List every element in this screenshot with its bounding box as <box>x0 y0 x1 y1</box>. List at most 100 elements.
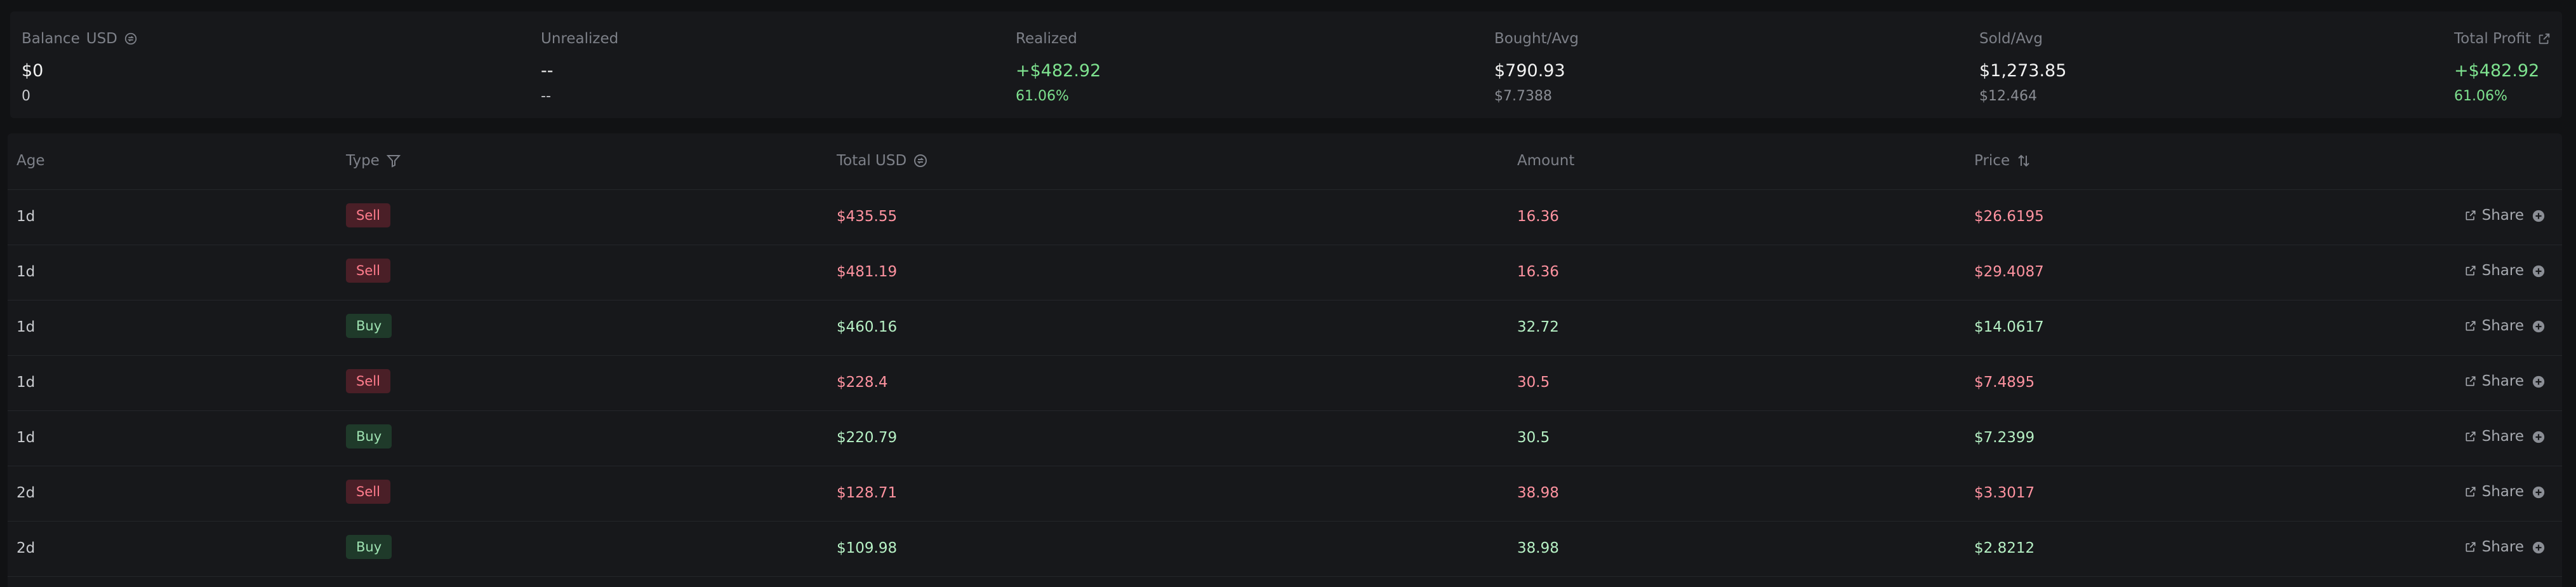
stat-total-profit: Total Profit +$482.92 61.06% <box>2454 30 2551 104</box>
header-type-label: Type <box>346 152 380 169</box>
share-label: Share <box>2481 318 2524 334</box>
currency-toggle-icon[interactable] <box>124 32 138 46</box>
share-button[interactable]: Share <box>2464 539 2524 555</box>
external-link-icon <box>2466 376 2476 386</box>
cell-age: 1d <box>17 264 36 280</box>
header-amount[interactable]: Amount <box>1517 152 1574 169</box>
more-options-icon[interactable] <box>2532 320 2546 334</box>
stat-realized-value: +$482.92 <box>1016 61 1101 81</box>
cell-price: $26.6195 <box>1974 208 2044 225</box>
share-button[interactable]: Share <box>2464 207 2524 224</box>
stat-sold-sub: $12.464 <box>1979 88 2037 104</box>
stat-sold-value: $1,273.85 <box>1979 61 2067 81</box>
stat-balance: Balance USD $0 0 <box>22 30 138 104</box>
cell-price: $3.3017 <box>1974 485 2035 501</box>
stat-realized-label: Realized <box>1016 30 1077 47</box>
cell-age: 1d <box>17 374 36 391</box>
cell-age: 2d <box>17 485 36 501</box>
currency-toggle-icon[interactable] <box>913 153 928 168</box>
header-type[interactable]: Type <box>346 152 401 169</box>
share-button[interactable]: Share <box>2464 428 2524 445</box>
stat-total-profit-label: Total Profit <box>2454 30 2532 47</box>
share-button[interactable]: Share <box>2464 318 2524 334</box>
type-badge: Buy <box>346 314 392 338</box>
share-button[interactable]: Share <box>2464 262 2524 279</box>
table-row[interactable]: 1d Buy $220.79 30.5 $7.2399 Share <box>8 410 2562 466</box>
more-options-icon[interactable] <box>2532 430 2546 444</box>
summary-panel: Balance USD $0 0 Unrealized -- -- Realiz… <box>10 11 2562 118</box>
share-label: Share <box>2481 373 2524 389</box>
more-options-icon[interactable] <box>2532 264 2546 278</box>
stat-unrealized-sub: -- <box>541 88 551 104</box>
type-badge: Sell <box>346 369 390 393</box>
table-row[interactable]: 1d Buy $460.16 32.72 $14.0617 Share <box>8 300 2562 356</box>
external-link-icon <box>2466 210 2476 220</box>
stat-realized: Realized +$482.92 61.06% <box>1016 30 1101 104</box>
more-options-icon[interactable] <box>2532 209 2546 223</box>
cell-amount: 30.5 <box>1517 374 1550 391</box>
cell-price: $2.8212 <box>1974 540 2035 557</box>
share-button[interactable]: Share <box>2464 483 2524 500</box>
stat-balance-value: $0 <box>22 61 44 81</box>
cell-age: 1d <box>17 208 36 225</box>
cell-price: $7.2399 <box>1974 429 2035 446</box>
type-badge: Buy <box>346 424 392 449</box>
external-link-icon <box>2466 321 2476 331</box>
stat-balance-label: Balance <box>22 30 80 47</box>
type-badge: Sell <box>346 480 390 504</box>
filter-icon[interactable] <box>386 153 401 168</box>
table-row[interactable]: 1d Sell $481.19 16.36 $29.4087 Share <box>8 245 2562 300</box>
more-options-icon[interactable] <box>2532 541 2546 555</box>
stat-balance-unit[interactable]: USD <box>86 30 117 47</box>
share-button[interactable]: Share <box>2464 373 2524 389</box>
stat-balance-sub: 0 <box>22 88 30 104</box>
more-options-icon[interactable] <box>2532 485 2546 499</box>
table-row[interactable]: 1d Sell $435.55 16.36 $26.6195 Share <box>8 189 2562 245</box>
share-label: Share <box>2481 539 2524 555</box>
trades-table: Age Type Total USD Amount Price 1d Sell … <box>8 133 2562 587</box>
sort-icon[interactable] <box>2016 153 2031 168</box>
cell-total: $435.55 <box>837 208 898 225</box>
cell-total: $128.71 <box>837 485 898 501</box>
share-label: Share <box>2481 207 2524 224</box>
stat-bought-sub: $7.7388 <box>1494 88 1552 104</box>
stat-bought-label: Bought/Avg <box>1494 30 1579 47</box>
type-badge: Sell <box>346 203 390 227</box>
cell-total: $109.98 <box>837 540 898 557</box>
stat-sold: Sold/Avg $1,273.85 $12.464 <box>1979 30 2066 104</box>
cell-age: 2d <box>17 540 36 557</box>
external-link-icon <box>2466 431 2476 442</box>
stat-realized-sub: 61.06% <box>1016 88 1069 104</box>
more-options-icon[interactable] <box>2532 375 2546 389</box>
cell-total: $220.79 <box>837 429 898 446</box>
cell-total: $460.16 <box>837 319 898 335</box>
cell-age: 1d <box>17 319 36 335</box>
cell-amount: 16.36 <box>1517 208 1559 225</box>
share-label: Share <box>2481 262 2524 279</box>
cell-age: 1d <box>17 429 36 446</box>
external-link-icon <box>2466 266 2476 276</box>
share-label: Share <box>2481 483 2524 500</box>
stat-unrealized: Unrealized -- -- <box>541 30 618 104</box>
cell-total: $228.4 <box>837 374 888 391</box>
cell-amount: 32.72 <box>1517 319 1559 335</box>
cell-amount: 38.98 <box>1517 540 1559 557</box>
cell-amount: 30.5 <box>1517 429 1550 446</box>
external-link-icon <box>2466 487 2476 497</box>
cell-amount: 16.36 <box>1517 264 1559 280</box>
cell-total: $481.19 <box>837 264 898 280</box>
header-age[interactable]: Age <box>17 152 44 169</box>
header-price[interactable]: Price <box>1974 152 2031 169</box>
share-label: Share <box>2481 428 2524 445</box>
stat-total-profit-sub: 61.06% <box>2454 88 2507 104</box>
type-badge: Buy <box>346 535 392 559</box>
header-price-label: Price <box>1974 152 2010 169</box>
table-row[interactable]: 2d Sell $128.71 38.98 $3.3017 Share <box>8 466 2562 522</box>
stat-unrealized-label: Unrealized <box>541 30 619 47</box>
table-row[interactable]: 2d Buy $109.98 38.98 $2.8212 Share <box>8 521 2562 577</box>
cell-price: $29.4087 <box>1974 264 2044 280</box>
table-row[interactable]: 1d Sell $228.4 30.5 $7.4895 Share <box>8 355 2562 411</box>
cell-amount: 38.98 <box>1517 485 1559 501</box>
external-link-icon[interactable] <box>2537 32 2551 46</box>
header-total[interactable]: Total USD <box>837 152 928 169</box>
